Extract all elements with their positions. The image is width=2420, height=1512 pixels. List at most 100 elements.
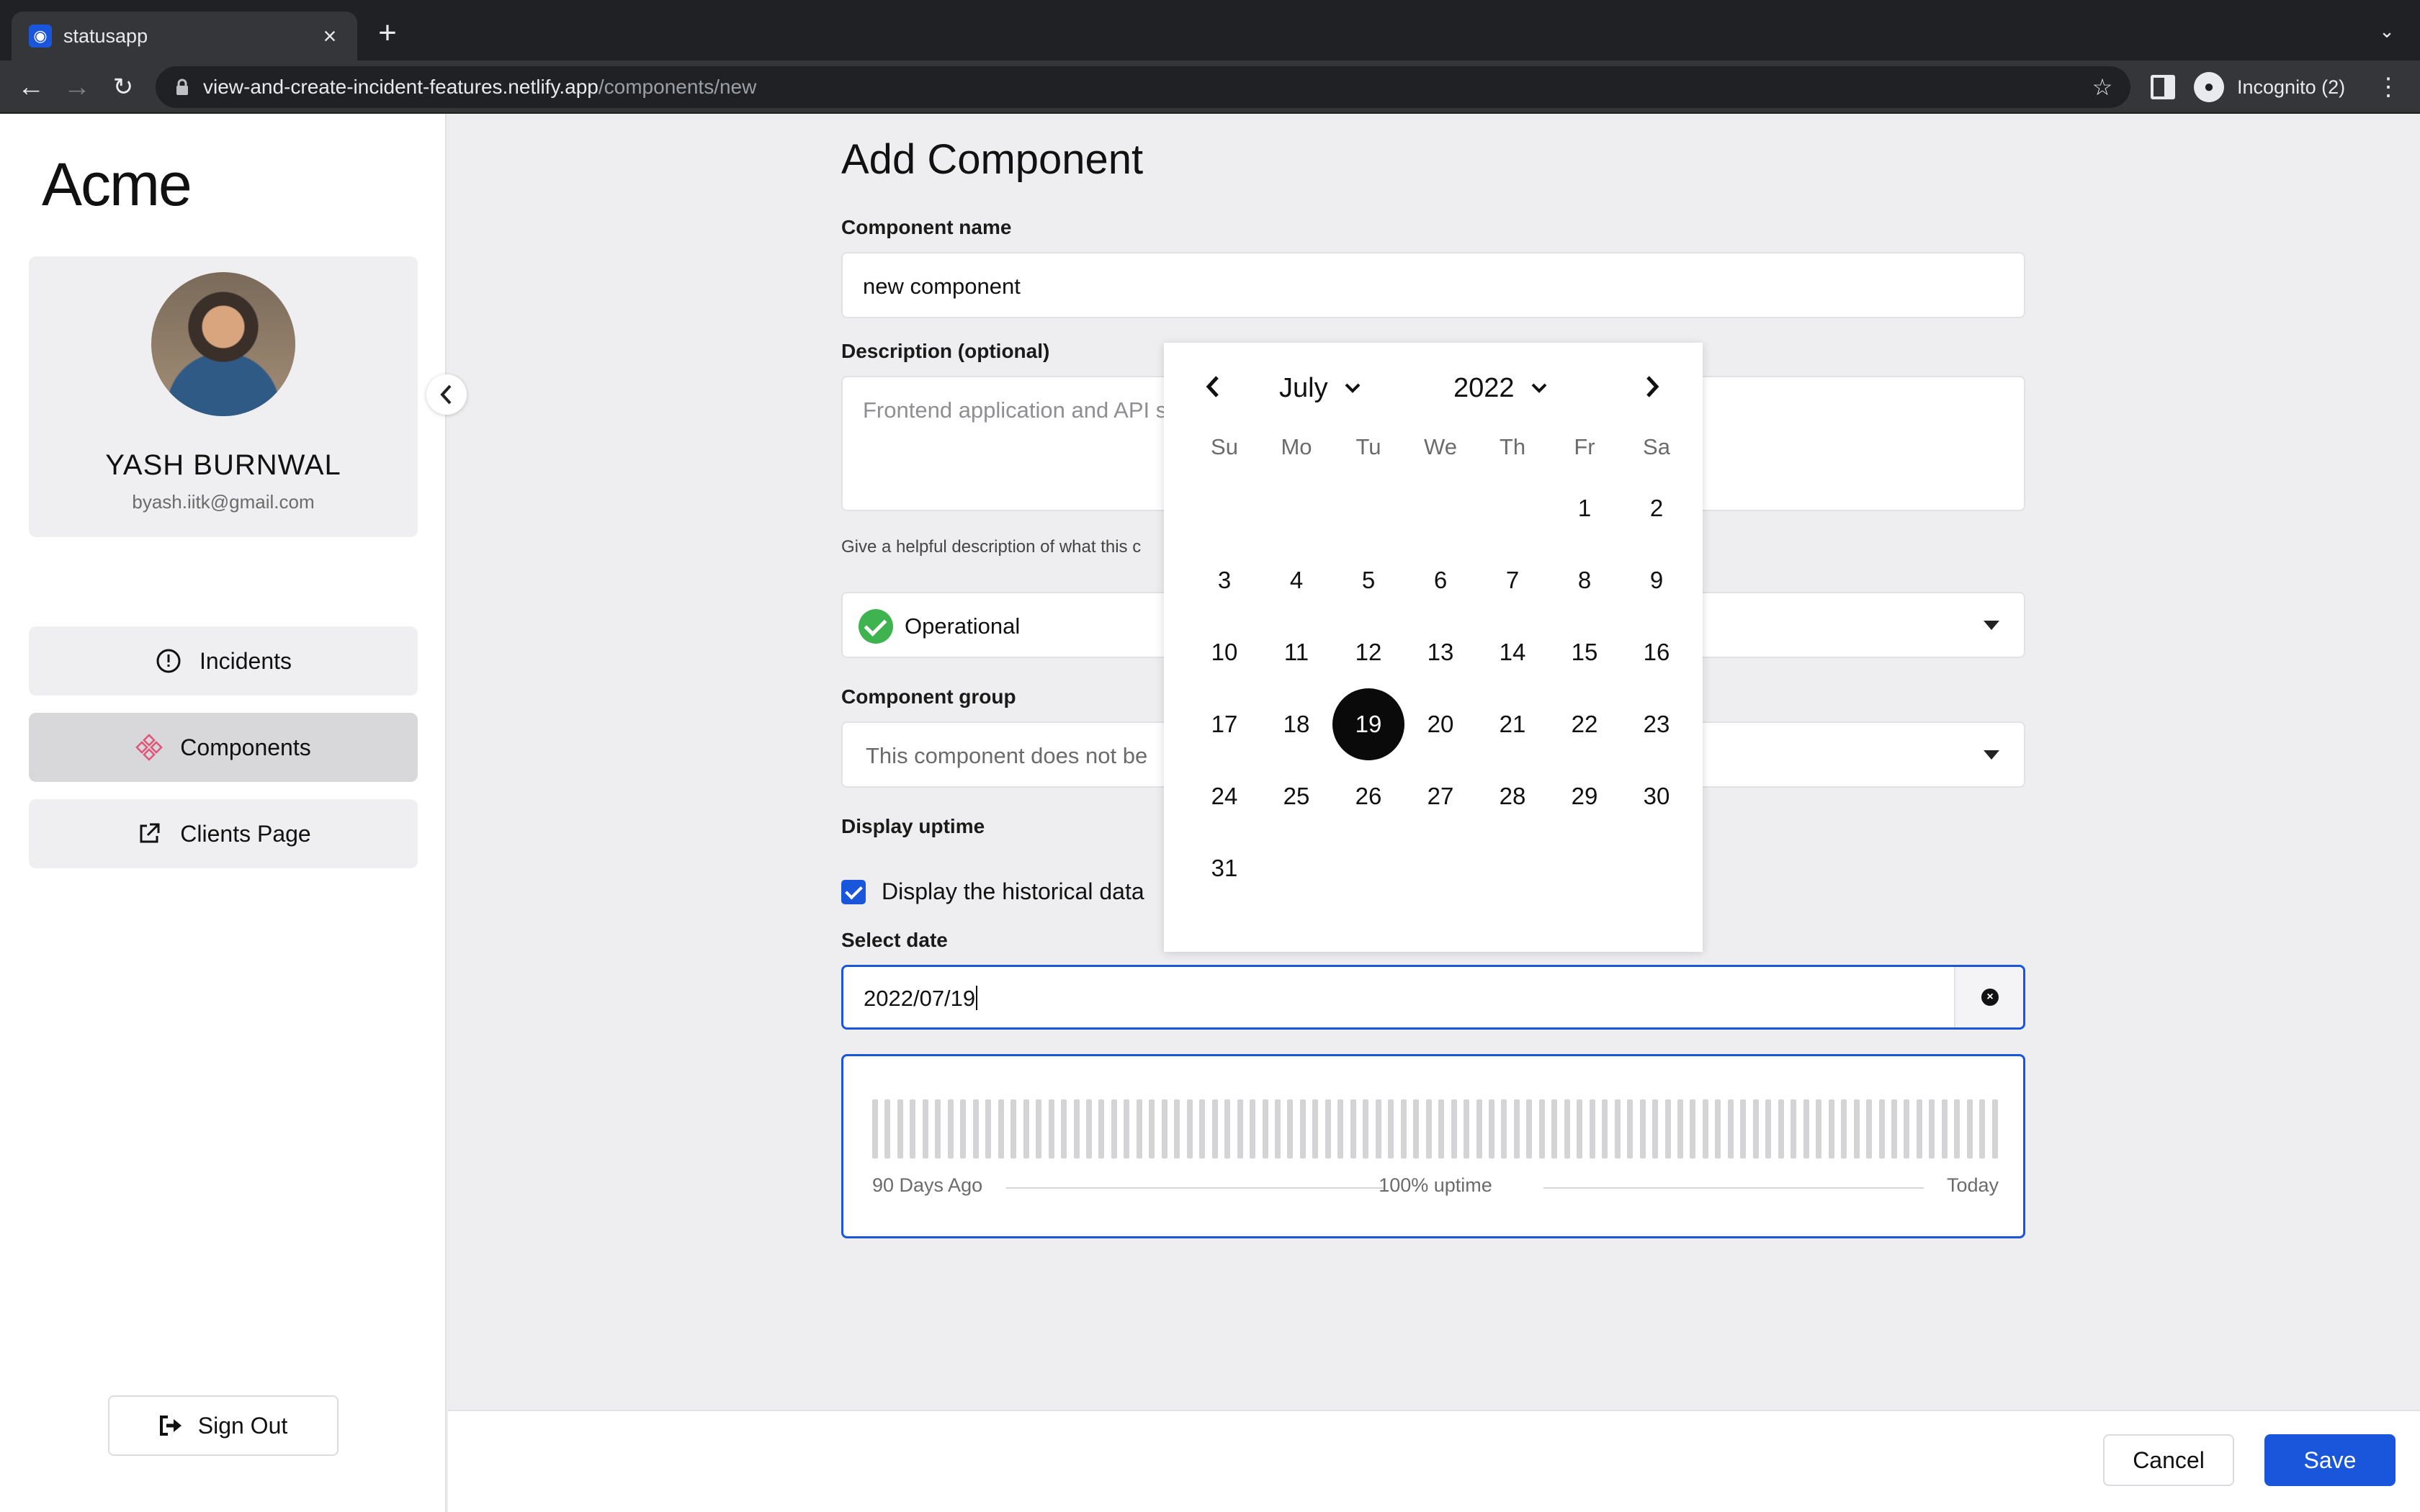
uptime-day-bar[interactable] bbox=[897, 1099, 903, 1158]
browser-tab[interactable]: ◉ statusapp × bbox=[12, 12, 357, 60]
uptime-day-bar[interactable] bbox=[1966, 1099, 1973, 1158]
calendar-day[interactable]: 23 bbox=[1621, 688, 1693, 760]
uptime-day-bar[interactable] bbox=[998, 1099, 1004, 1158]
uptime-day-bar[interactable] bbox=[1363, 1099, 1369, 1158]
uptime-day-bar[interactable] bbox=[972, 1099, 979, 1158]
uptime-day-bar[interactable] bbox=[1614, 1099, 1621, 1158]
uptime-day-bar[interactable] bbox=[1136, 1099, 1142, 1158]
uptime-day-bar[interactable] bbox=[1551, 1099, 1558, 1158]
sidebar-item-clients-page[interactable]: Clients Page bbox=[29, 799, 418, 868]
uptime-day-bar[interactable] bbox=[1186, 1099, 1193, 1158]
uptime-day-bar[interactable] bbox=[1224, 1099, 1231, 1158]
uptime-day-bar[interactable] bbox=[1023, 1099, 1029, 1158]
uptime-day-bar[interactable] bbox=[1161, 1099, 1168, 1158]
uptime-day-bar[interactable] bbox=[1275, 1099, 1281, 1158]
uptime-day-bar[interactable] bbox=[1413, 1099, 1420, 1158]
uptime-day-bar[interactable] bbox=[1085, 1099, 1092, 1158]
uptime-day-bar[interactable] bbox=[1904, 1099, 1910, 1158]
calendar-day[interactable]: 26 bbox=[1332, 760, 1404, 832]
uptime-day-bar[interactable] bbox=[1866, 1099, 1873, 1158]
uptime-day-bar[interactable] bbox=[1262, 1099, 1268, 1158]
reload-icon[interactable]: ↻ bbox=[105, 69, 141, 105]
uptime-day-bar[interactable] bbox=[1526, 1099, 1533, 1158]
side-panel-icon[interactable] bbox=[2151, 75, 2175, 99]
uptime-day-bar[interactable] bbox=[1929, 1099, 1935, 1158]
uptime-day-bar[interactable] bbox=[1916, 1099, 1922, 1158]
uptime-day-bar[interactable] bbox=[1111, 1099, 1117, 1158]
calendar-day[interactable]: 24 bbox=[1188, 760, 1260, 832]
calendar-day[interactable]: 13 bbox=[1404, 616, 1476, 688]
uptime-day-bar[interactable] bbox=[1727, 1099, 1734, 1158]
calendar-day[interactable]: 29 bbox=[1549, 760, 1621, 832]
calendar-day[interactable]: 17 bbox=[1188, 688, 1260, 760]
sidebar-item-components[interactable]: Components bbox=[29, 713, 418, 782]
uptime-day-bar[interactable] bbox=[1803, 1099, 1809, 1158]
uptime-day-bar[interactable] bbox=[1337, 1099, 1344, 1158]
uptime-day-bar[interactable] bbox=[1464, 1099, 1470, 1158]
uptime-day-bar[interactable] bbox=[1174, 1099, 1180, 1158]
calendar-day[interactable]: 8 bbox=[1549, 544, 1621, 616]
uptime-day-bar[interactable] bbox=[1752, 1099, 1759, 1158]
uptime-day-bar[interactable] bbox=[1199, 1099, 1206, 1158]
uptime-day-bar[interactable] bbox=[935, 1099, 941, 1158]
bookmark-star-icon[interactable]: ☆ bbox=[2089, 73, 2116, 101]
calendar-day[interactable]: 22 bbox=[1549, 688, 1621, 760]
sidebar-item-incidents[interactable]: Incidents bbox=[29, 626, 418, 696]
uptime-day-bar[interactable] bbox=[1350, 1099, 1356, 1158]
uptime-day-bar[interactable] bbox=[985, 1099, 992, 1158]
uptime-day-bar[interactable] bbox=[1639, 1099, 1646, 1158]
calendar-day[interactable]: 16 bbox=[1621, 616, 1693, 688]
calendar-day[interactable]: 21 bbox=[1476, 688, 1549, 760]
calendar-day[interactable]: 7 bbox=[1476, 544, 1549, 616]
uptime-day-bar[interactable] bbox=[1778, 1099, 1784, 1158]
date-input[interactable]: 2022/07/19 × bbox=[841, 965, 2025, 1030]
uptime-day-bar[interactable] bbox=[1991, 1099, 1998, 1158]
uptime-day-bar[interactable] bbox=[1740, 1099, 1747, 1158]
collapse-sidebar-button[interactable] bbox=[426, 374, 467, 415]
calendar-day[interactable]: 3 bbox=[1188, 544, 1260, 616]
uptime-day-bar[interactable] bbox=[1664, 1099, 1671, 1158]
uptime-day-bar[interactable] bbox=[884, 1099, 891, 1158]
uptime-day-bar[interactable] bbox=[1841, 1099, 1847, 1158]
uptime-day-bar[interactable] bbox=[1425, 1099, 1432, 1158]
uptime-day-bar[interactable] bbox=[1098, 1099, 1105, 1158]
uptime-day-bar[interactable] bbox=[1702, 1099, 1708, 1158]
calendar-day[interactable]: 2 bbox=[1621, 472, 1693, 544]
uptime-day-bar[interactable] bbox=[922, 1099, 928, 1158]
calendar-day[interactable]: 27 bbox=[1404, 760, 1476, 832]
sign-out-button[interactable]: Sign Out bbox=[108, 1395, 339, 1456]
uptime-day-bar[interactable] bbox=[1677, 1099, 1683, 1158]
uptime-day-bar[interactable] bbox=[1476, 1099, 1482, 1158]
cancel-button[interactable]: Cancel bbox=[2103, 1434, 2234, 1486]
uptime-day-bar[interactable] bbox=[1979, 1099, 1986, 1158]
calendar-day[interactable]: 5 bbox=[1332, 544, 1404, 616]
browser-menu-icon[interactable]: ⋮ bbox=[2374, 69, 2403, 105]
calendar-day[interactable]: 30 bbox=[1621, 760, 1693, 832]
uptime-day-bar[interactable] bbox=[1652, 1099, 1659, 1158]
uptime-day-bar[interactable] bbox=[1853, 1099, 1860, 1158]
uptime-day-bar[interactable] bbox=[1564, 1099, 1570, 1158]
uptime-day-bar[interactable] bbox=[1941, 1099, 1948, 1158]
year-select[interactable]: 2022 bbox=[1453, 372, 1548, 405]
address-bar[interactable]: view-and-create-incident-features.netlif… bbox=[156, 66, 2130, 108]
uptime-day-bar[interactable] bbox=[1488, 1099, 1494, 1158]
component-name-input[interactable]: new component bbox=[841, 252, 2025, 318]
uptime-day-bar[interactable] bbox=[1828, 1099, 1834, 1158]
save-button[interactable]: Save bbox=[2264, 1434, 2396, 1486]
uptime-day-bar[interactable] bbox=[1765, 1099, 1772, 1158]
uptime-day-bar[interactable] bbox=[910, 1099, 916, 1158]
calendar-day[interactable]: 11 bbox=[1260, 616, 1332, 688]
calendar-day[interactable]: 25 bbox=[1260, 760, 1332, 832]
uptime-day-bar[interactable] bbox=[1816, 1099, 1822, 1158]
calendar-day[interactable]: 4 bbox=[1260, 544, 1332, 616]
uptime-day-bar[interactable] bbox=[1325, 1099, 1331, 1158]
uptime-day-bar[interactable] bbox=[1891, 1099, 1897, 1158]
uptime-day-bar[interactable] bbox=[1388, 1099, 1394, 1158]
uptime-day-bar[interactable] bbox=[1438, 1099, 1445, 1158]
calendar-day-selected[interactable]: 19 bbox=[1332, 688, 1404, 760]
uptime-day-bar[interactable] bbox=[1577, 1099, 1583, 1158]
calendar-day[interactable]: 9 bbox=[1621, 544, 1693, 616]
uptime-day-bar[interactable] bbox=[1375, 1099, 1381, 1158]
uptime-day-bar[interactable] bbox=[1010, 1099, 1017, 1158]
month-select[interactable]: July bbox=[1279, 372, 1361, 405]
